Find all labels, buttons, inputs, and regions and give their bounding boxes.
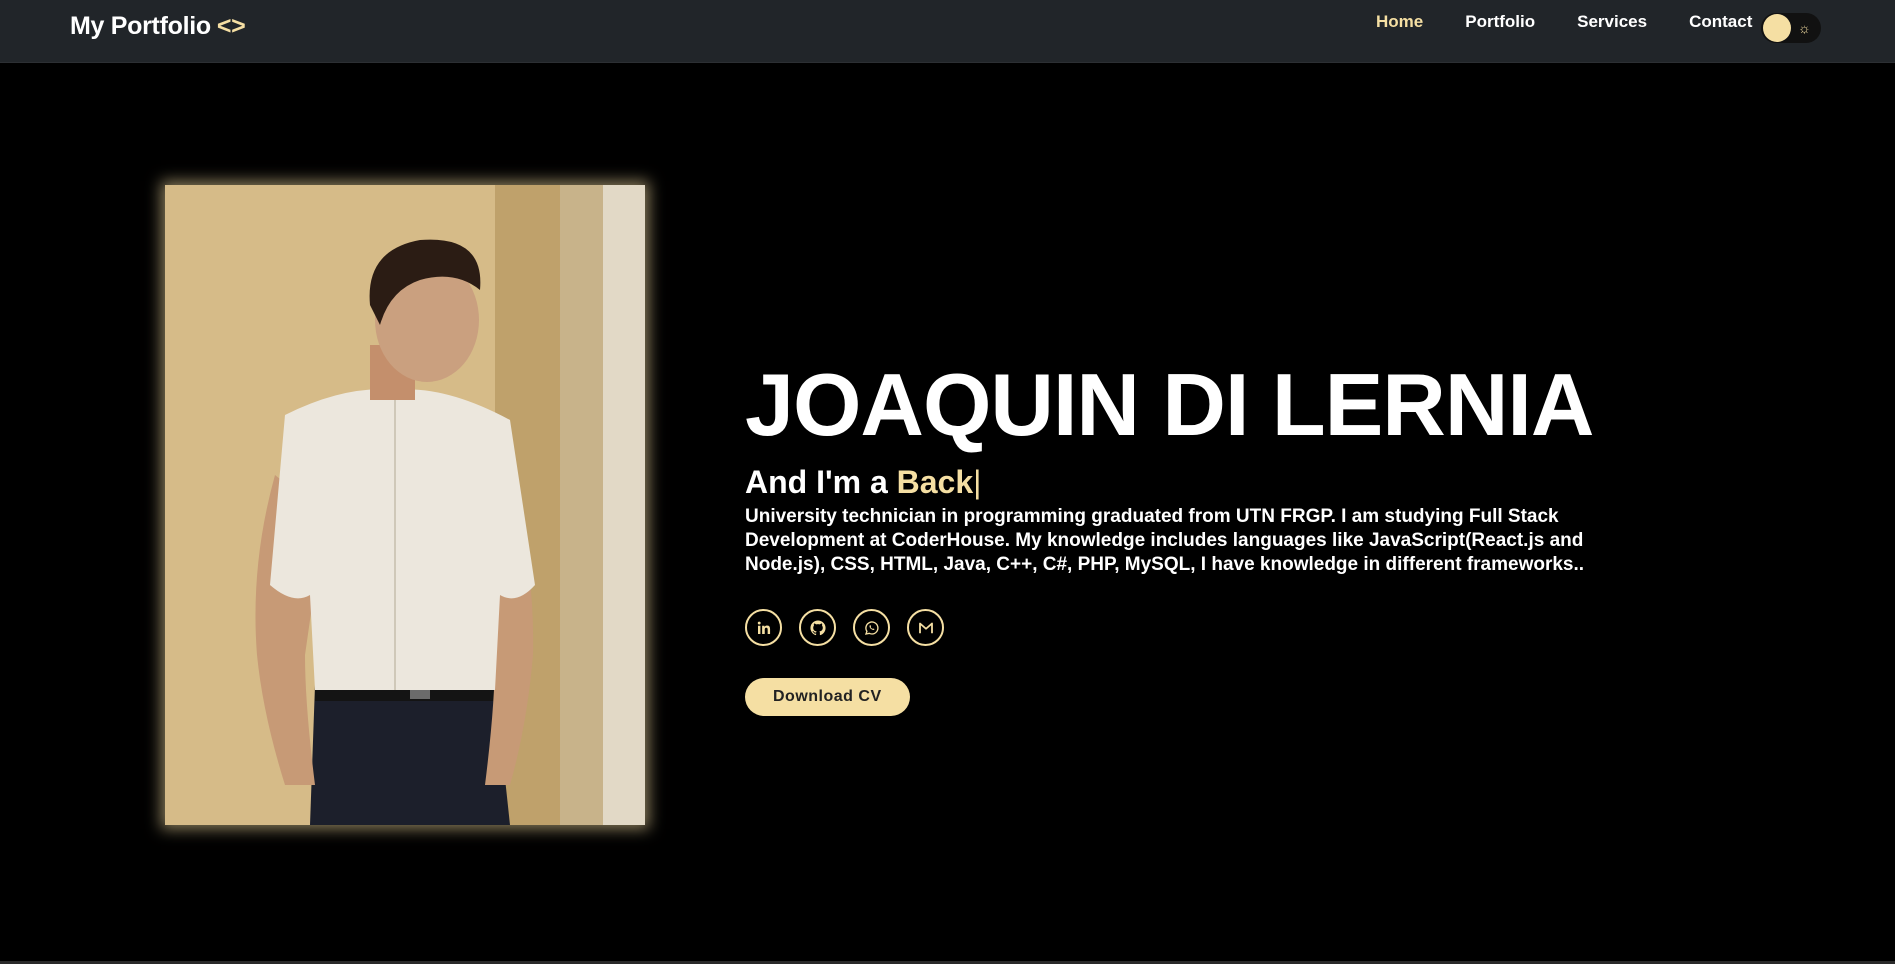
nav-links: Home Portfolio Services Contact: [1355, 13, 1773, 31]
sun-icon: ☼: [1798, 20, 1811, 36]
role-prefix: And I'm a: [745, 464, 888, 500]
gmail-icon[interactable]: [907, 609, 944, 646]
brand-code-icon: <>: [216, 12, 246, 40]
brand-logo[interactable]: My Portfolio <>: [70, 12, 246, 41]
whatsapp-icon[interactable]: [853, 609, 890, 646]
role-typed-text: Back: [896, 464, 974, 500]
social-links: [745, 609, 1595, 646]
hero-section: JOAQUIN DI LERNIA And I'm a Back| Univer…: [745, 355, 1595, 716]
hero-name: JOAQUIN DI LERNIA: [745, 355, 1594, 454]
navbar: My Portfolio <> Home Portfolio Services C…: [0, 0, 1895, 63]
hero-role: And I'm a Back|: [745, 463, 1595, 501]
linkedin-icon[interactable]: [745, 609, 782, 646]
hero-description: University technician in programming gra…: [745, 506, 1585, 575]
nav-link-home[interactable]: Home: [1355, 13, 1444, 31]
person-illustration: [165, 185, 645, 825]
github-icon[interactable]: [799, 609, 836, 646]
nav-link-contact[interactable]: Contact: [1668, 13, 1773, 31]
download-cv-button[interactable]: Download CV: [745, 678, 910, 716]
nav-link-services[interactable]: Services: [1556, 13, 1668, 31]
nav-link-portfolio[interactable]: Portfolio: [1444, 13, 1556, 31]
toggle-knob: [1763, 14, 1791, 42]
brand-name: My Portfolio: [70, 12, 211, 40]
theme-toggle[interactable]: ☼: [1761, 13, 1821, 43]
typing-cursor: |: [973, 464, 982, 500]
profile-photo: [165, 185, 645, 825]
